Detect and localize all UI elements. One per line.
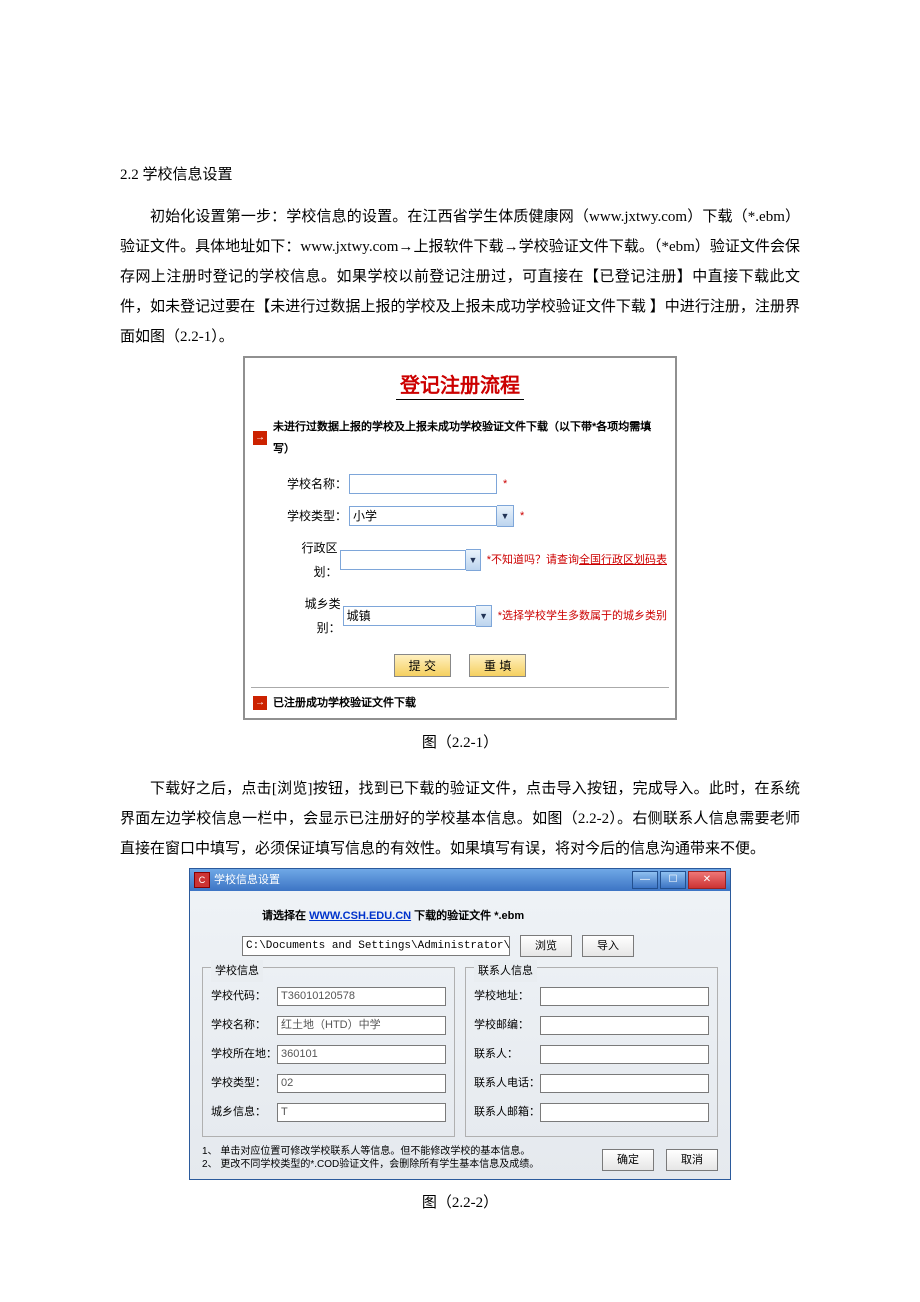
paragraph-1: 初始化设置第一步：学校信息的设置。在江西省学生体质健康网（www.jxtwy.c… [120, 202, 800, 352]
maximize-button[interactable]: ☐ [660, 871, 686, 889]
label-school-name: 学校名称： [211, 1014, 277, 1036]
school-info-dialog: C 学校信息设置 — ☐ ✕ 请选择在 WWW.CSH.EDU.CN 下载的验证… [189, 868, 731, 1180]
cancel-button[interactable]: 取消 [666, 1149, 718, 1171]
paragraph-2: 下载好之后，点击[浏览]按钮，找到已下载的验证文件，点击导入按钮，完成导入。此时… [120, 774, 800, 864]
close-button[interactable]: ✕ [688, 871, 726, 889]
section-new-school-title: 未进行过数据上报的学校及上报未成功学校验证文件下载（以下带*各项均需填写） [273, 416, 667, 460]
submit-button[interactable]: 提 交 [394, 654, 451, 677]
section-title: 2.2 学校信息设置 [120, 160, 800, 190]
label-zipcode: 学校邮编： [474, 1014, 540, 1036]
title-bar: C 学校信息设置 — ☐ ✕ [190, 869, 730, 891]
value-school-name: 红土地（HTD）中学 [277, 1016, 446, 1035]
label-area-info: 城乡信息： [211, 1101, 277, 1123]
required-marker: * [503, 473, 507, 495]
app-icon: C [194, 872, 210, 888]
value-school-location: 360101 [277, 1045, 446, 1064]
group-school-info: 学校信息 学校代码：T36010120578 学校名称：红土地（HTD）中学 学… [202, 967, 455, 1137]
registration-form: 登记注册流程 → 未进行过数据上报的学校及上报未成功学校验证文件下载（以下带*各… [243, 356, 677, 720]
select-area-type[interactable]: 城镇 [343, 606, 477, 626]
group-title-contact: 联系人信息 [474, 960, 537, 982]
registration-form-title: 登记注册流程 [396, 375, 524, 400]
browse-button[interactable]: 浏览 [520, 935, 572, 957]
label-contact: 联系人： [474, 1043, 540, 1065]
value-school-type: 02 [277, 1074, 446, 1093]
label-email: 联系人邮箱： [474, 1101, 540, 1123]
select-school-type[interactable]: 小学 [349, 506, 497, 526]
section-registered-school-title: 已注册成功学校验证文件下载 [273, 692, 416, 714]
figure-caption-1: 图（2.2-1） [120, 728, 800, 758]
label-area-type: 城乡类别： [285, 592, 341, 640]
group-contact-info: 联系人信息 学校地址： 学校邮编： 联系人： 联系人电话： 联系人邮箱： [465, 967, 718, 1137]
chevron-down-icon[interactable]: ▼ [476, 605, 491, 627]
reset-button[interactable]: 重 填 [469, 654, 526, 677]
label-address: 学校地址： [474, 985, 540, 1007]
label-school-type: 学校类型： [211, 1072, 277, 1094]
hint-text: 请选择在 WWW.CSH.EDU.CN 下载的验证文件 *.ebm [202, 905, 718, 935]
region-code-link[interactable]: 全国行政区划码表 [579, 554, 667, 566]
value-school-code: T36010120578 [277, 987, 446, 1006]
input-contact[interactable] [540, 1045, 709, 1064]
file-path-input[interactable]: C:\Documents and Settings\Administrator\… [242, 936, 510, 956]
group-title-school: 学校信息 [211, 960, 263, 982]
import-button[interactable]: 导入 [582, 935, 634, 957]
label-phone: 联系人电话： [474, 1072, 540, 1094]
chevron-down-icon[interactable]: ▼ [466, 549, 481, 571]
label-school-code: 学校代码： [211, 985, 277, 1007]
input-zipcode[interactable] [540, 1016, 709, 1035]
ok-button[interactable]: 确定 [602, 1149, 654, 1171]
input-region[interactable] [340, 550, 467, 570]
value-area-info: T [277, 1103, 446, 1122]
minimize-button[interactable]: — [632, 871, 658, 889]
footer-notes: 1、 单击对应位置可修改学校联系人等信息。但不能修改学校的基本信息。 2、 更改… [202, 1145, 539, 1171]
chevron-down-icon[interactable]: ▼ [497, 505, 514, 527]
input-email[interactable] [540, 1103, 709, 1122]
window-title: 学校信息设置 [214, 869, 280, 891]
note-area: *选择学校学生多数属于的城乡类别 [498, 605, 667, 627]
arrow-right-icon: → [253, 431, 267, 445]
input-school-name[interactable] [349, 474, 497, 494]
label-school-type: 学校类型： [285, 504, 347, 528]
input-phone[interactable] [540, 1074, 709, 1093]
note-region: *不知道吗？请查询全国行政区划码表 [487, 549, 667, 571]
input-address[interactable] [540, 987, 709, 1006]
arrow-right-icon: → [253, 696, 267, 710]
label-region: 行政区划： [285, 536, 338, 584]
download-link[interactable]: WWW.CSH.EDU.CN [309, 910, 411, 922]
label-school-name: 学校名称： [285, 472, 347, 496]
label-school-location: 学校所在地： [211, 1043, 277, 1065]
figure-caption-2: 图（2.2-2） [120, 1188, 800, 1218]
required-marker: * [520, 505, 524, 527]
